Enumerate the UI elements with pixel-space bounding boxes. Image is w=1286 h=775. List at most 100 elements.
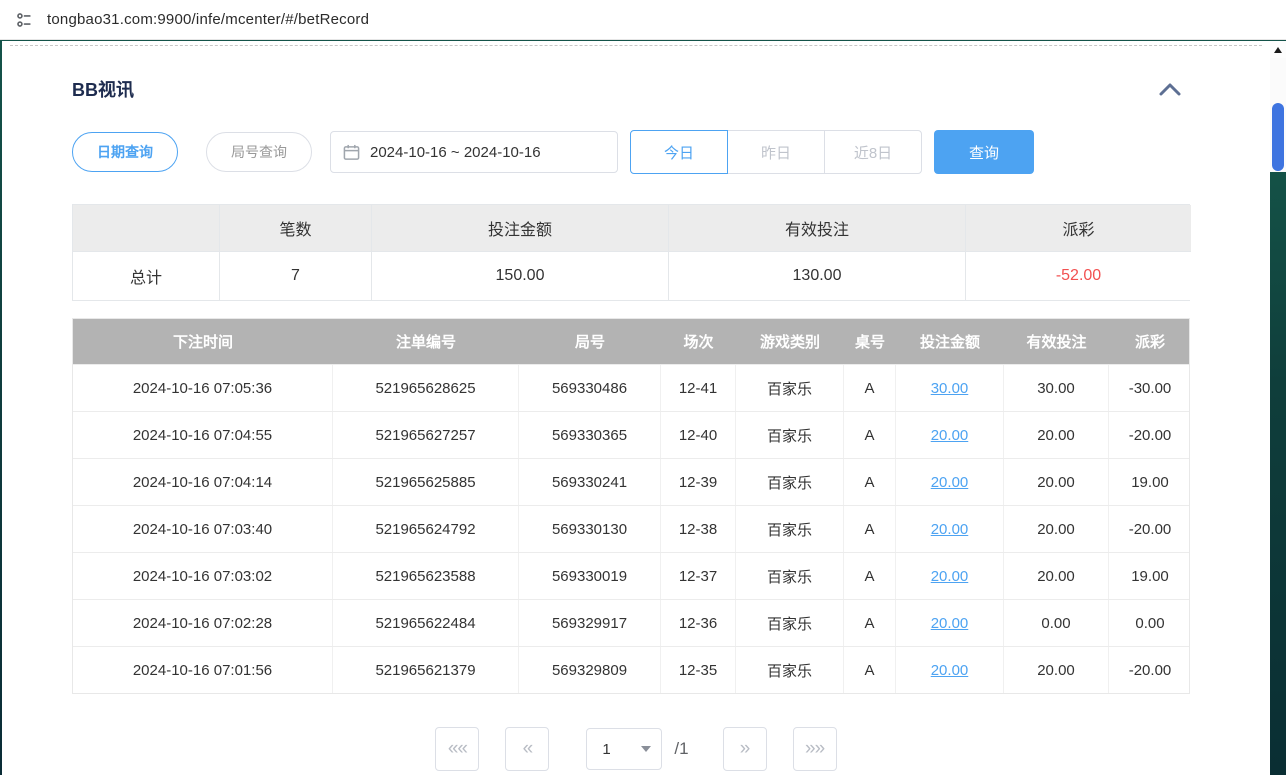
header-round-no: 局号 — [519, 319, 661, 364]
search-button[interactable]: 查询 — [934, 130, 1034, 174]
bet-amount-link[interactable]: 20.00 — [931, 568, 969, 585]
date-range-picker[interactable]: 2024-10-16 ~ 2024-10-16 — [330, 131, 618, 173]
calendar-icon — [343, 144, 360, 161]
cell-order-no: 521965622484 — [333, 600, 519, 646]
date-query-tab[interactable]: 日期查询 — [72, 132, 178, 172]
summary-total-row: 总计 7 150.00 130.00 -52.00 — [73, 252, 1189, 300]
cell-table-no: A — [844, 600, 896, 646]
today-button[interactable]: 今日 — [630, 130, 728, 174]
cell-table-no: A — [844, 365, 896, 411]
browser-address-bar: tongbao31.com:9900/infe/mcenter/#/betRec… — [0, 0, 1286, 40]
cell-bet-time: 2024-10-16 07:02:28 — [73, 600, 333, 646]
cell-bet-time: 2024-10-16 07:03:02 — [73, 553, 333, 599]
bet-record-table: 下注时间 注单编号 局号 场次 游戏类别 桌号 投注金额 有效投注 派彩 202… — [72, 318, 1190, 694]
site-settings-icon[interactable] — [13, 9, 35, 31]
cell-round-no: 569330365 — [519, 412, 661, 458]
summary-corner-cell — [73, 205, 220, 252]
collapse-chevron-icon[interactable] — [1158, 82, 1182, 97]
summary-header-row: 笔数 投注金额 有效投注 派彩 — [73, 205, 1189, 252]
yesterday-button[interactable]: 昨日 — [727, 130, 825, 174]
panel-header: BB视讯 — [2, 46, 1270, 102]
cell-valid-bet: 20.00 — [1004, 459, 1109, 505]
table-row: 2024-10-16 07:01:56 521965621379 5693298… — [73, 646, 1189, 693]
cell-table-no: A — [844, 647, 896, 693]
cell-table-no: A — [844, 412, 896, 458]
date-range-value: 2024-10-16 ~ 2024-10-16 — [370, 144, 541, 161]
table-row: 2024-10-16 07:04:55 521965627257 5693303… — [73, 411, 1189, 458]
bet-amount-link[interactable]: 30.00 — [931, 380, 969, 397]
cell-round-no: 569330130 — [519, 506, 661, 552]
cell-order-no: 521965621379 — [333, 647, 519, 693]
cell-session: 12-38 — [661, 506, 736, 552]
cell-valid-bet: 0.00 — [1004, 600, 1109, 646]
cell-round-no: 569330019 — [519, 553, 661, 599]
cell-game-type: 百家乐 — [736, 412, 844, 458]
round-query-tab[interactable]: 局号查询 — [206, 132, 312, 172]
cell-valid-bet: 20.00 — [1004, 553, 1109, 599]
table-row: 2024-10-16 07:02:28 521965622484 5693299… — [73, 599, 1189, 646]
cell-session: 12-39 — [661, 459, 736, 505]
first-page-button[interactable]: «« — [435, 727, 479, 771]
cell-game-type: 百家乐 — [736, 600, 844, 646]
cell-order-no: 521965628625 — [333, 365, 519, 411]
page-total-label: /1 — [674, 739, 688, 759]
table-row: 2024-10-16 07:03:02 521965623588 5693300… — [73, 552, 1189, 599]
cell-payout: 0.00 — [1109, 600, 1191, 646]
cell-valid-bet: 30.00 — [1004, 365, 1109, 411]
cell-bet-time: 2024-10-16 07:03:40 — [73, 506, 333, 552]
summary-total-bet: 150.00 — [372, 252, 669, 300]
cell-table-no: A — [844, 553, 896, 599]
cell-order-no: 521965624792 — [333, 506, 519, 552]
cell-session: 12-36 — [661, 600, 736, 646]
page-select[interactable]: 1 — [586, 728, 662, 770]
bet-amount-link[interactable]: 20.00 — [931, 427, 969, 444]
header-bet-amount: 投注金额 — [896, 319, 1004, 364]
header-valid-bet: 有效投注 — [1004, 319, 1109, 364]
cell-round-no: 569329917 — [519, 600, 661, 646]
last-page-button[interactable]: »» — [793, 727, 837, 771]
scroll-up-button[interactable] — [1270, 41, 1286, 58]
cell-game-type: 百家乐 — [736, 365, 844, 411]
cell-payout: -30.00 — [1109, 365, 1191, 411]
cell-game-type: 百家乐 — [736, 459, 844, 505]
summary-total-valid: 130.00 — [669, 252, 966, 300]
cell-valid-bet: 20.00 — [1004, 506, 1109, 552]
header-bet-time: 下注时间 — [73, 319, 333, 364]
cell-round-no: 569330241 — [519, 459, 661, 505]
cell-table-no: A — [844, 459, 896, 505]
cell-session: 12-41 — [661, 365, 736, 411]
cell-payout: -20.00 — [1109, 506, 1191, 552]
header-table-no: 桌号 — [844, 319, 896, 364]
header-session: 场次 — [661, 319, 736, 364]
last-8-days-button[interactable]: 近8日 — [824, 130, 922, 174]
cell-round-no: 569329809 — [519, 647, 661, 693]
bet-amount-link[interactable]: 20.00 — [931, 615, 969, 632]
cell-game-type: 百家乐 — [736, 506, 844, 552]
summary-table: 笔数 投注金额 有效投注 派彩 总计 7 150.00 130.00 -52.0… — [72, 204, 1190, 301]
cell-order-no: 521965627257 — [333, 412, 519, 458]
prev-page-button[interactable]: « — [505, 727, 549, 771]
scrollbar-track — [1270, 172, 1286, 775]
summary-total-count: 7 — [220, 252, 372, 300]
page-select-value: 1 — [602, 741, 610, 758]
cell-payout: 19.00 — [1109, 553, 1191, 599]
quick-range-group: 今日 昨日 近8日 — [630, 130, 922, 174]
summary-header-payout: 派彩 — [966, 205, 1191, 252]
header-payout: 派彩 — [1109, 319, 1191, 364]
bet-amount-link[interactable]: 20.00 — [931, 521, 969, 538]
screen: tongbao31.com:9900/infe/mcenter/#/betRec… — [0, 0, 1286, 775]
vertical-scrollbar[interactable] — [1270, 41, 1286, 775]
url-text[interactable]: tongbao31.com:9900/infe/mcenter/#/betRec… — [47, 11, 369, 28]
cell-round-no: 569330486 — [519, 365, 661, 411]
cell-bet-time: 2024-10-16 07:05:36 — [73, 365, 333, 411]
bet-amount-link[interactable]: 20.00 — [931, 474, 969, 491]
scrollbar-thumb[interactable] — [1272, 103, 1284, 171]
cell-valid-bet: 20.00 — [1004, 412, 1109, 458]
bet-amount-link[interactable]: 20.00 — [931, 662, 969, 679]
bet-table-body: 2024-10-16 07:05:36 521965628625 5693304… — [73, 364, 1189, 693]
cell-game-type: 百家乐 — [736, 553, 844, 599]
cell-payout: -20.00 — [1109, 412, 1191, 458]
next-page-button[interactable]: » — [723, 727, 767, 771]
summary-total-label: 总计 — [73, 252, 220, 300]
section-title: BB视讯 — [72, 76, 134, 102]
